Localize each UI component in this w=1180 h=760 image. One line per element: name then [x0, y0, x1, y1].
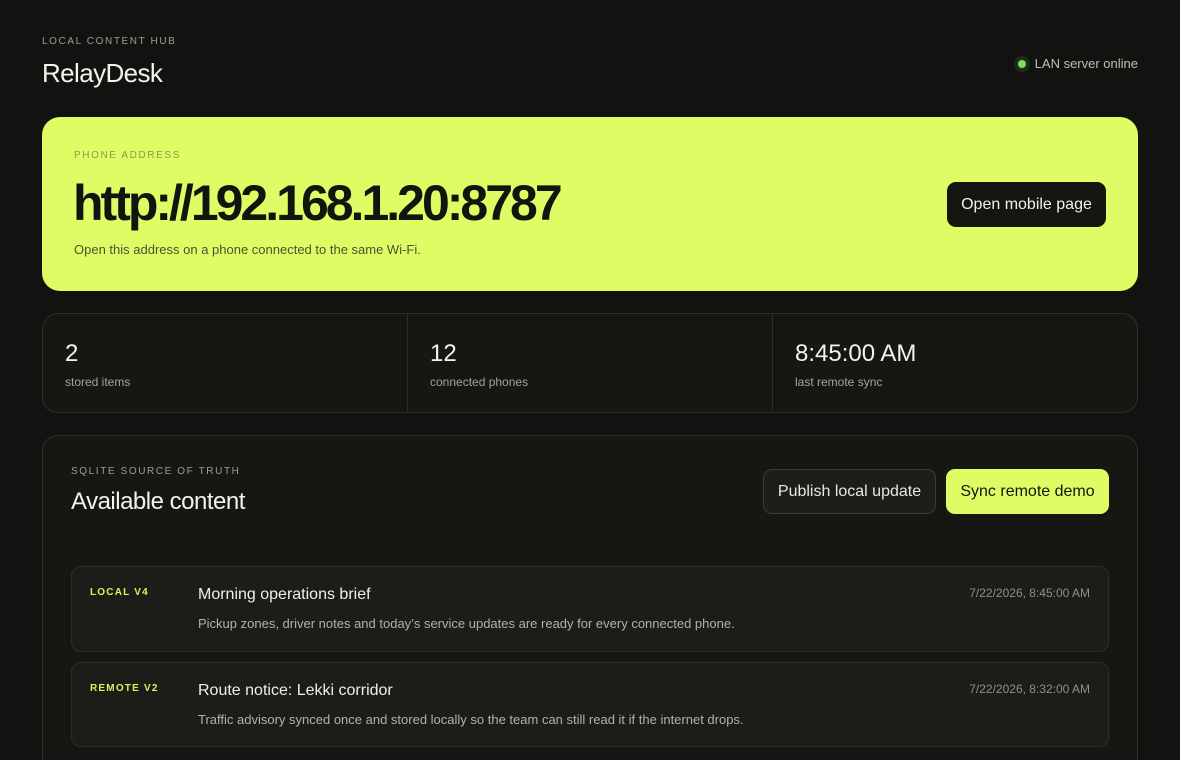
- content-item-title: Route notice: Lekki corridor: [198, 682, 393, 699]
- server-status: LAN server online: [1017, 56, 1138, 71]
- relaydesk-dashboard: LOCAL CONTENT HUB RelayDesk LAN server o…: [0, 0, 1180, 760]
- content-item-version-tag: REMOTE V2: [90, 683, 159, 694]
- sync-remote-demo-button[interactable]: Sync remote demo: [946, 469, 1109, 514]
- stat-value: 2: [65, 340, 79, 367]
- stat-label: stored items: [65, 375, 131, 389]
- publish-local-update-button[interactable]: Publish local update: [763, 469, 936, 514]
- stat-label: connected phones: [430, 375, 529, 389]
- content-item-description: Traffic advisory synced once and stored …: [198, 712, 744, 727]
- stat-last-remote-sync: 8:45:00 AM last remote sync: [773, 314, 1137, 412]
- phone-address-label: PHONE ADDRESS: [74, 150, 181, 161]
- status-dot-icon: [1017, 59, 1026, 68]
- stats-bar: 2 stored items 12 connected phones 8:45:…: [42, 313, 1138, 413]
- app-eyebrow: LOCAL CONTENT HUB: [42, 36, 177, 47]
- stat-value: 12: [430, 340, 457, 367]
- content-item-description: Pickup zones, driver notes and today’s s…: [198, 616, 735, 631]
- content-item[interactable]: REMOTE V2 Route notice: Lekki corridor T…: [71, 662, 1109, 747]
- stat-connected-phones: 12 connected phones: [408, 314, 773, 412]
- stat-value: 8:45:00 AM: [795, 340, 917, 367]
- content-item-timestamp: 7/22/2026, 8:45:00 AM: [969, 586, 1090, 600]
- stat-stored-items: 2 stored items: [43, 314, 408, 412]
- content-item-version-tag: LOCAL V4: [90, 587, 149, 598]
- content-item[interactable]: LOCAL V4 Morning operations brief Pickup…: [71, 566, 1109, 652]
- app-title: RelayDesk: [42, 58, 163, 88]
- panel-eyebrow: SQLITE SOURCE OF TRUTH: [71, 466, 241, 477]
- phone-address-hint: Open this address on a phone connected t…: [74, 242, 421, 257]
- content-item-timestamp: 7/22/2026, 8:32:00 AM: [969, 682, 1090, 696]
- phone-address-url: http://192.168.1.20:8787: [73, 175, 563, 231]
- server-status-label: LAN server online: [1034, 56, 1138, 71]
- open-mobile-page-button[interactable]: Open mobile page: [947, 182, 1106, 227]
- panel-title: Available content: [71, 488, 245, 515]
- stat-label: last remote sync: [795, 375, 883, 389]
- available-content-panel: SQLITE SOURCE OF TRUTH Available content…: [42, 435, 1138, 760]
- content-item-title: Morning operations brief: [198, 586, 371, 603]
- phone-address-card: PHONE ADDRESS http://192.168.1.20:8787 O…: [42, 117, 1138, 291]
